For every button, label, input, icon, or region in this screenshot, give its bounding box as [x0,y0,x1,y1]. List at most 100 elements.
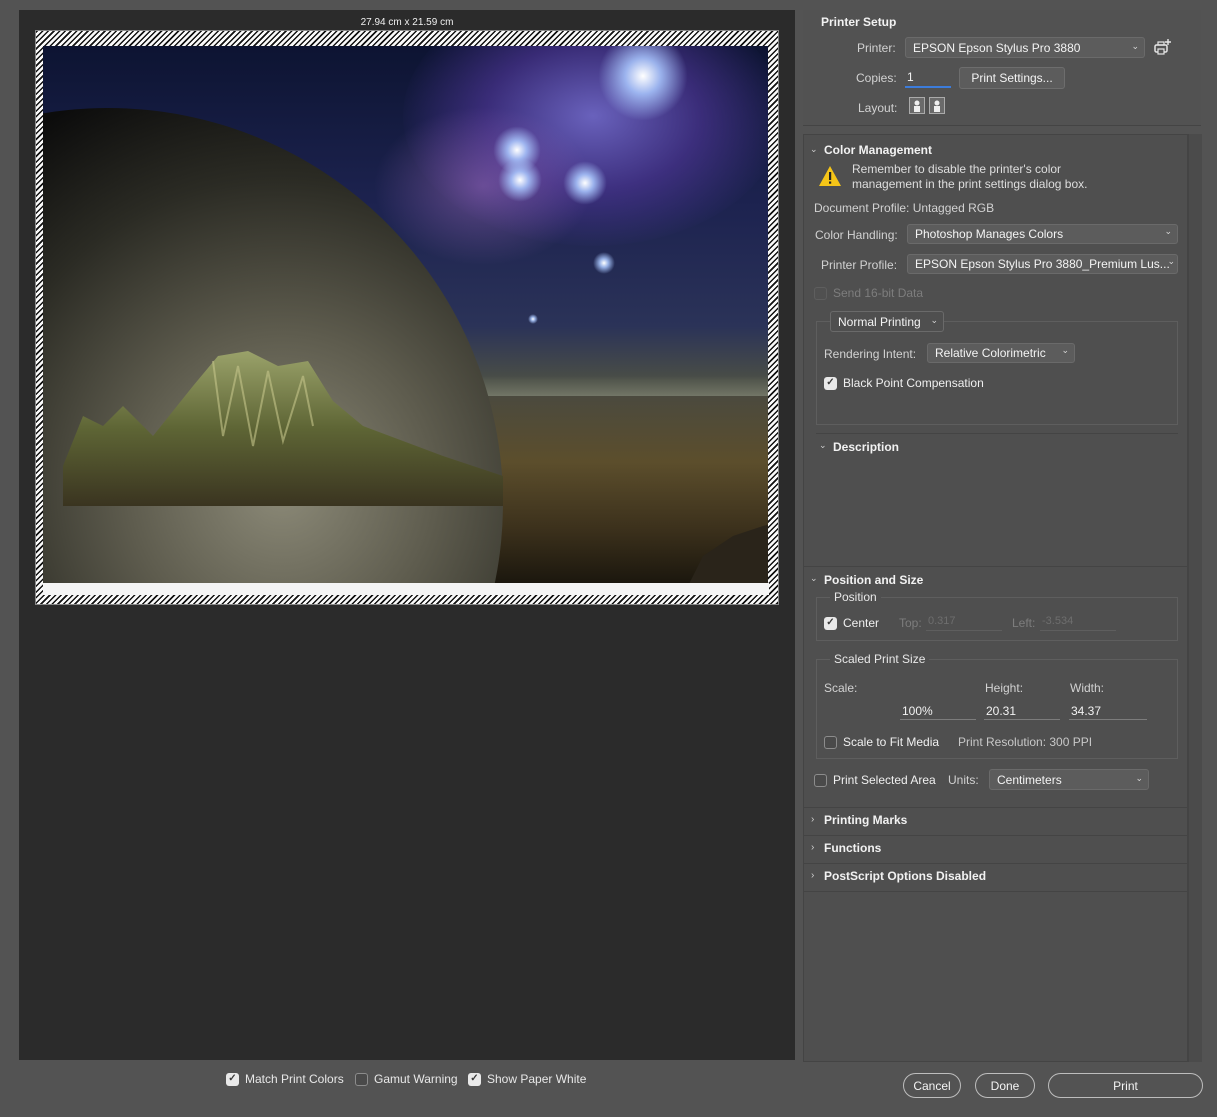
printing-mode-select[interactable]: Normal Printing ⌄ [830,311,944,332]
chevron-down-icon: ⌄ [1164,226,1172,236]
color-handling-label: Color Handling: [815,228,898,242]
mountain [63,351,503,506]
scaled-print-size-label: Scaled Print Size [830,652,930,666]
postscript-header[interactable]: PostScript Options Disabled [824,869,986,883]
height-label: Height: [985,681,1024,695]
warning-icon [819,166,841,186]
rendering-intent-value: Relative Colorimetric [935,346,1046,360]
scale-to-fit-label: Scale to Fit Media [843,735,940,749]
black-point-checkbox[interactable]: ✓ Black Point Compensation [824,376,984,390]
width-label: Width: [1070,681,1105,695]
print-resolution: Print Resolution: 300 PPI [958,735,1093,749]
settings-scroll-panel[interactable]: ⌄ Color Management Remember to disable t… [803,134,1188,1062]
divider [816,433,1178,434]
scale-value: 100% [902,704,933,718]
chevron-down-icon: ⌄ [1061,345,1069,355]
document-profile: Document Profile: Untagged RGB [814,201,995,215]
divider [804,807,1187,808]
print-selected-area-checkbox[interactable]: Print Selected Area [814,773,936,787]
width-input[interactable]: 34.37 [1069,704,1147,720]
units-label: Units: [948,773,979,787]
match-print-colors-checkbox[interactable]: ✓ Match Print Colors [226,1072,344,1086]
color-management-header[interactable]: Color Management [824,143,932,157]
black-point-label: Black Point Compensation [843,376,984,390]
divider [804,891,1187,892]
printer-setup-title: Printer Setup [821,15,897,29]
chevron-right-icon[interactable]: › [811,842,814,853]
star [593,252,615,274]
color-handling-value: Photoshop Manages Colors [915,227,1064,241]
center-label: Center [843,616,880,630]
preview-image[interactable] [43,46,768,585]
units-value: Centimeters [997,773,1062,787]
chevron-down-icon[interactable]: ⌄ [810,144,818,155]
printer-profile-select[interactable]: EPSON Epson Stylus Pro 3880_Premium Lus.… [907,254,1178,274]
chevron-right-icon[interactable]: › [811,870,814,881]
description-header[interactable]: Description [833,440,899,454]
landscape-layout-icon[interactable] [929,97,945,114]
copies-input[interactable]: 1 [905,70,951,88]
printing-mode-groupbox [816,321,1178,425]
printer-profile-value: EPSON Epson Stylus Pro 3880_Premium Lus.… [915,257,1170,271]
position-group-label: Position [830,590,881,604]
gamut-warning-checkbox[interactable]: Gamut Warning [355,1072,458,1086]
checkbox-box [824,735,837,749]
position-size-header[interactable]: Position and Size [824,573,923,587]
rendering-intent-select[interactable]: Relative Colorimetric ⌄ [927,343,1075,363]
show-paper-white-label: Show Paper White [487,1072,587,1086]
paper-white-strip [43,583,769,595]
chevron-down-icon: ⌄ [1131,41,1139,51]
match-print-colors-label: Match Print Colors [245,1072,344,1086]
left-input[interactable]: -3.534 [1040,615,1116,631]
height-input[interactable]: 20.31 [984,704,1060,720]
functions-header[interactable]: Functions [824,841,881,855]
center-checkbox[interactable]: ✓ Center [824,616,879,630]
chevron-right-icon[interactable]: › [811,814,814,825]
show-paper-white-checkbox[interactable]: ✓ Show Paper White [468,1072,586,1086]
color-warning-line1: Remember to disable the printer's color [852,162,1062,176]
scrollbar[interactable] [1188,134,1202,1062]
copies-label: Copies: [856,71,897,85]
scale-to-fit-checkbox[interactable]: Scale to Fit Media [824,735,939,749]
chevron-down-icon: ⌄ [930,315,938,325]
chevron-down-icon: ⌄ [1167,256,1175,266]
printer-setup-section: Printer Setup Printer: EPSON Epson Stylu… [803,10,1201,126]
divider [804,566,1187,567]
printer-label: Printer: [857,41,896,55]
units-select[interactable]: Centimeters ⌄ [989,769,1149,790]
nebula-glow [373,106,593,266]
portrait-layout-icon[interactable] [909,97,925,114]
top-label: Top: [899,616,922,630]
chevron-down-icon[interactable]: ⌄ [819,440,827,451]
chevron-down-icon: ⌄ [1135,773,1143,783]
gamut-warning-label: Gamut Warning [374,1072,458,1086]
color-handling-select[interactable]: Photoshop Manages Colors ⌄ [907,224,1178,244]
print-settings-button[interactable]: Print Settings... [959,67,1065,89]
top-input[interactable]: 0.317 [926,615,1002,631]
cancel-button[interactable]: Cancel [903,1073,961,1098]
printing-marks-header[interactable]: Printing Marks [824,813,907,827]
chevron-down-icon[interactable]: ⌄ [810,573,818,584]
printer-profile-label: Printer Profile: [821,258,898,272]
print-preview-area: 27.94 cm x 21.59 cm [19,10,795,1060]
left-label: Left: [1012,616,1036,630]
checkbox-box [355,1072,368,1086]
color-warning-line2: management in the print settings dialog … [852,177,1088,191]
checkmark-icon: ✓ [824,616,837,630]
done-button[interactable]: Done [975,1073,1035,1098]
divider [804,835,1187,836]
checkbox-box [814,286,827,300]
paper-preview[interactable] [36,31,778,604]
star [563,161,607,205]
printer-select[interactable]: EPSON Epson Stylus Pro 3880 ⌄ [905,37,1145,58]
checkbox-box [814,773,827,787]
divider [804,863,1187,864]
checkmark-icon: ✓ [824,376,837,390]
send-16bit-checkbox[interactable]: Send 16-bit Data [814,286,923,300]
add-printer-icon[interactable] [1153,38,1173,56]
checkmark-icon: ✓ [468,1072,481,1086]
preview-options-bar: ✓ Match Print Colors Gamut Warning ✓ Sho… [19,1068,795,1092]
scale-label: Scale: [824,681,858,695]
print-button[interactable]: Print [1048,1073,1203,1098]
scale-input[interactable]: 100% [900,704,976,720]
